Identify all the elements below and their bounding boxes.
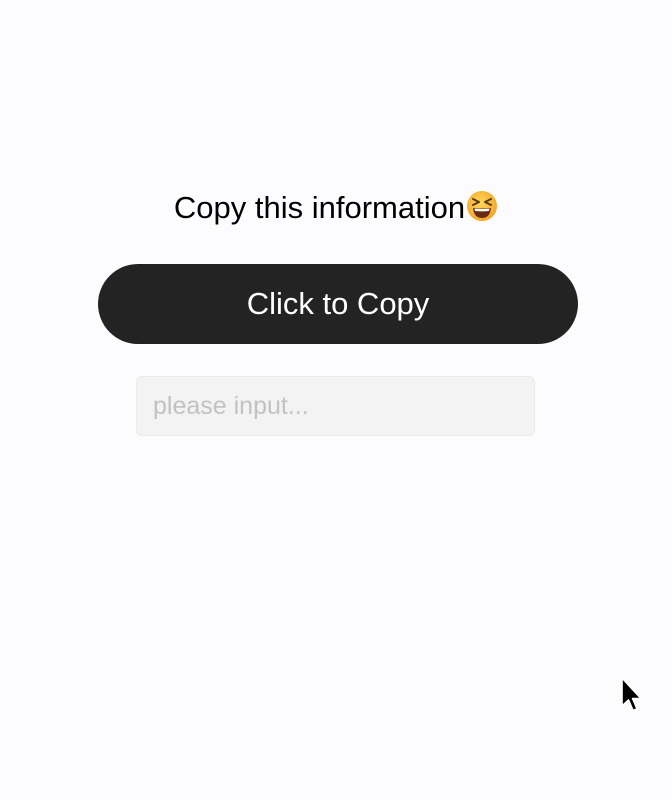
mouse-pointer-icon [618,675,644,715]
copy-source-text: Copy this information [0,188,672,232]
paste-input[interactable] [136,376,535,436]
grinning-squinting-face-icon [466,190,498,232]
copy-button[interactable]: Click to Copy [98,264,578,344]
copy-source-label: Copy this information [173,190,466,225]
